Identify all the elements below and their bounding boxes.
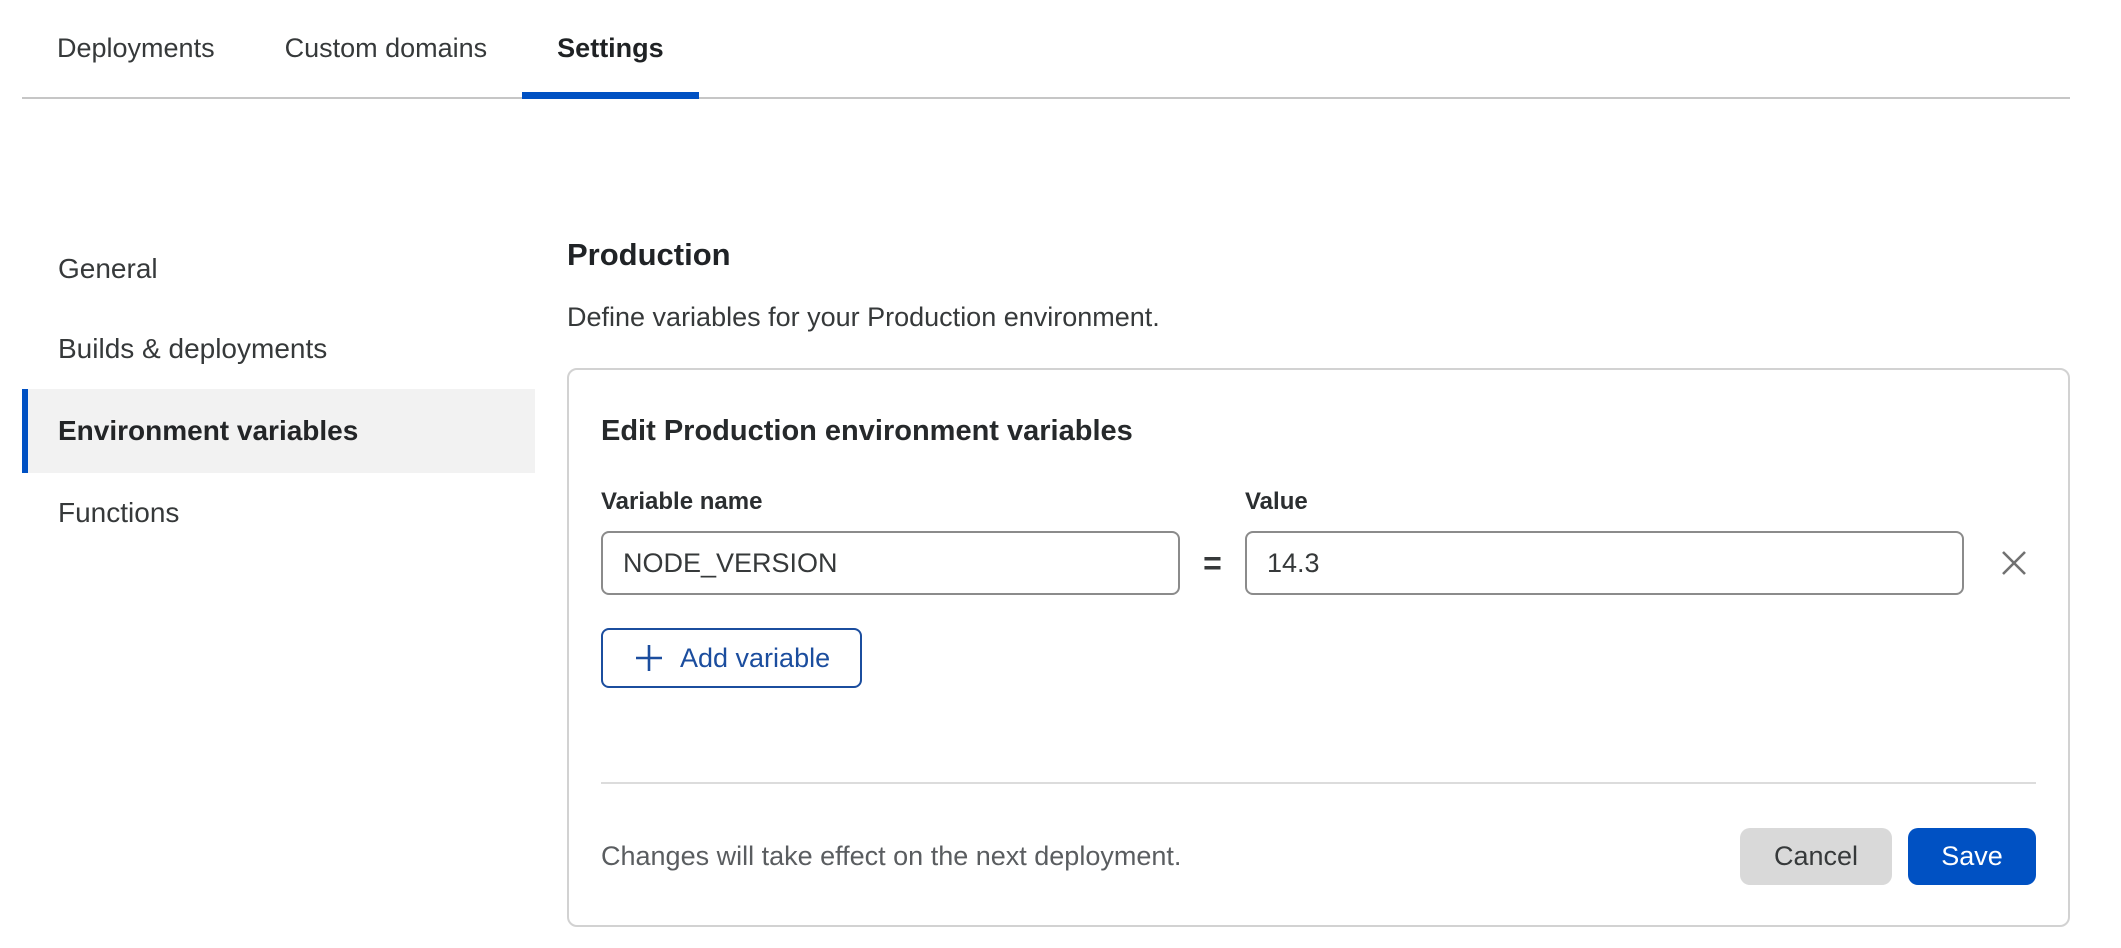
value-label: Value bbox=[1245, 487, 1308, 517]
tab-deployments[interactable]: Deployments bbox=[22, 0, 250, 97]
tab-bar: Deployments Custom domains Settings bbox=[22, 0, 2070, 99]
equals-sign: = bbox=[1180, 545, 1245, 582]
settings-sidebar: General Builds & deployments Environment… bbox=[22, 229, 535, 553]
sidebar-item-environment-variables[interactable]: Environment variables bbox=[22, 389, 535, 473]
sidebar-item-functions-label: Functions bbox=[58, 497, 179, 529]
main-content: Production Define variables for your Pro… bbox=[567, 237, 2070, 927]
footer-actions: Cancel Save bbox=[1740, 828, 2036, 885]
add-variable-label: Add variable bbox=[680, 643, 830, 674]
footer-note: Changes will take effect on the next dep… bbox=[601, 841, 1181, 872]
card-divider bbox=[601, 782, 2036, 784]
tab-deployments-label: Deployments bbox=[57, 33, 215, 64]
variable-name-label: Variable name bbox=[601, 487, 1245, 517]
tab-custom-domains[interactable]: Custom domains bbox=[250, 0, 523, 97]
sidebar-item-builds-deployments[interactable]: Builds & deployments bbox=[22, 309, 535, 389]
variable-value-input[interactable] bbox=[1245, 531, 1964, 595]
environment-variables-card: Edit Production environment variables Va… bbox=[567, 368, 2070, 927]
add-variable-button[interactable]: Add variable bbox=[601, 628, 862, 688]
sidebar-item-functions[interactable]: Functions bbox=[22, 473, 535, 553]
section-description: Define variables for your Production env… bbox=[567, 301, 2070, 333]
sidebar-item-general[interactable]: General bbox=[22, 229, 535, 309]
tab-custom-domains-label: Custom domains bbox=[285, 33, 488, 64]
card-title: Edit Production environment variables bbox=[601, 413, 2036, 449]
variable-row: = bbox=[601, 531, 2036, 595]
remove-variable-button[interactable] bbox=[1992, 541, 2036, 585]
field-labels-row: Variable name Value bbox=[601, 487, 2036, 517]
plus-icon bbox=[633, 642, 665, 674]
close-icon bbox=[1994, 543, 2034, 583]
tab-settings[interactable]: Settings bbox=[522, 0, 699, 97]
tab-settings-label: Settings bbox=[557, 33, 664, 64]
save-button[interactable]: Save bbox=[1908, 828, 2036, 885]
section-title: Production bbox=[567, 237, 2070, 273]
variable-name-input[interactable] bbox=[601, 531, 1180, 595]
active-tab-underline bbox=[522, 92, 699, 99]
cancel-button[interactable]: Cancel bbox=[1740, 828, 1892, 885]
sidebar-item-environment-variables-label: Environment variables bbox=[58, 415, 358, 447]
card-footer: Changes will take effect on the next dep… bbox=[601, 828, 2036, 885]
sidebar-item-general-label: General bbox=[58, 253, 158, 285]
sidebar-item-builds-deployments-label: Builds & deployments bbox=[58, 333, 327, 365]
